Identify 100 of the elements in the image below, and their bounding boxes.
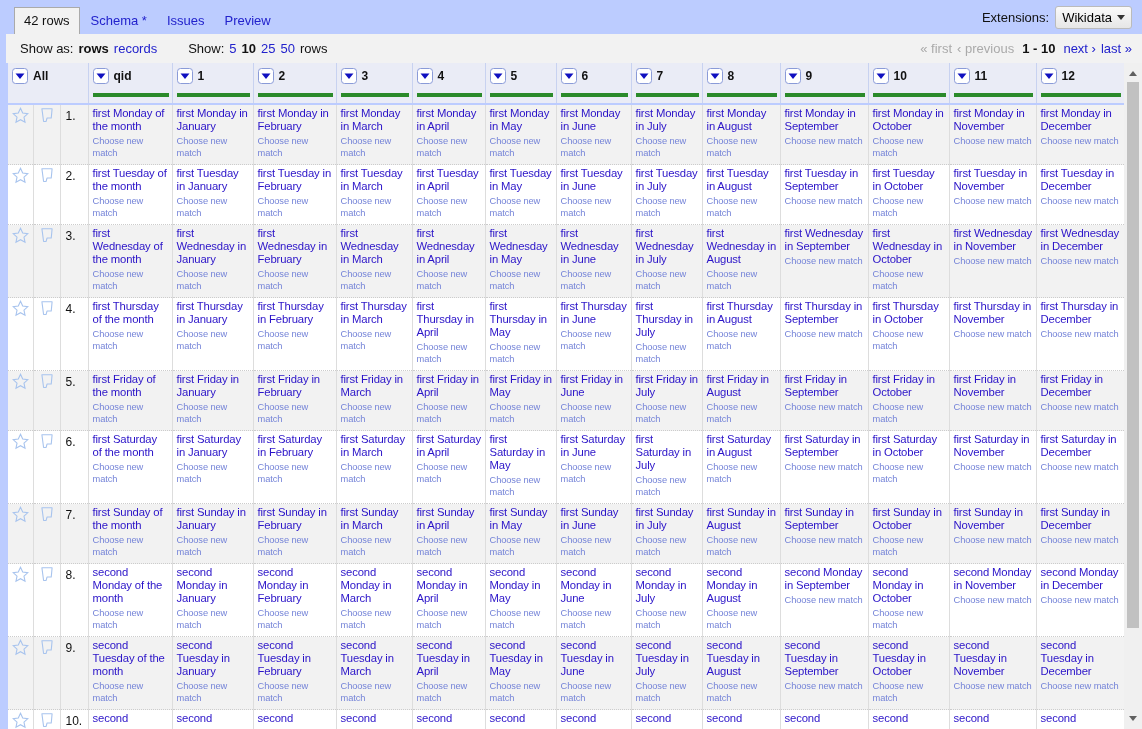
cell-value-link[interactable]: first Sunday in February	[257, 506, 333, 532]
cell-value-link[interactable]: second Monday in March	[340, 566, 409, 605]
dropdown-icon[interactable]	[560, 68, 577, 84]
cell-value-link[interactable]: first Monday in August	[706, 107, 777, 133]
choose-new-match-link[interactable]: Choose new match	[176, 328, 250, 352]
cell-value-link[interactable]: first Sunday of the month	[92, 506, 169, 532]
cell-value-link[interactable]: second Monday in January	[176, 566, 250, 605]
cell-value-link[interactable]: second Tuesday of the month	[92, 639, 169, 678]
cell-value-link[interactable]: first Monday in April	[416, 107, 482, 133]
choose-new-match-link[interactable]: Choose new match	[953, 195, 1033, 207]
cell-value-link[interactable]: first Sunday in July	[635, 506, 699, 532]
choose-new-match-link[interactable]: Choose new match	[176, 461, 250, 485]
star-icon[interactable]	[11, 107, 29, 124]
cell-value-link[interactable]: second Tuesday in March	[340, 639, 409, 678]
cell-value-link[interactable]: second Monday in November	[953, 566, 1033, 592]
scroll-thumb[interactable]	[1127, 82, 1139, 628]
dropdown-icon[interactable]	[489, 68, 506, 84]
cell-value-link[interactable]: first Tuesday in November	[953, 167, 1033, 193]
flag-icon[interactable]	[38, 433, 55, 450]
choose-new-match-link[interactable]: Choose new match	[416, 461, 482, 485]
cell-value-link[interactable]: first Sunday in May	[489, 506, 553, 532]
cell-value-link[interactable]: first Wednesday in July	[635, 227, 699, 266]
cell-value-link[interactable]: first Friday in November	[953, 373, 1033, 399]
cell-value-link[interactable]: first Sunday in January	[176, 506, 250, 532]
next-page-link[interactable]: next ›	[1063, 41, 1096, 56]
cell-value-link[interactable]: first Monday in February	[257, 107, 333, 133]
cell-value-link[interactable]: first Wednesday in January	[176, 227, 250, 266]
choose-new-match-link[interactable]: Choose new match	[706, 195, 777, 219]
cell-value-link[interactable]: first Friday in October	[872, 373, 946, 399]
choose-new-match-link[interactable]: Choose new match	[257, 195, 333, 219]
cell-value-link[interactable]: first Tuesday in June	[560, 167, 628, 193]
cell-value-link[interactable]: first Tuesday in October	[872, 167, 946, 193]
choose-new-match-link[interactable]: Choose new match	[1040, 594, 1121, 606]
cell-value-link[interactable]: first Thursday in December	[1040, 300, 1121, 326]
cell-value-link[interactable]: first Monday in September	[784, 107, 865, 133]
cell-value-link[interactable]: second	[489, 712, 553, 725]
cell-value-link[interactable]: first Friday in April	[416, 373, 482, 399]
cell-value-link[interactable]: first Sunday in October	[872, 506, 946, 532]
cell-value-link[interactable]: first Friday in December	[1040, 373, 1121, 399]
page-size-link[interactable]: 10	[241, 41, 257, 56]
cell-value-link[interactable]: first Monday in November	[953, 107, 1033, 133]
choose-new-match-link[interactable]: Choose new match	[489, 474, 553, 498]
choose-new-match-link[interactable]: Choose new match	[92, 195, 169, 219]
cell-value-link[interactable]: first Thursday of the month	[92, 300, 169, 326]
choose-new-match-link[interactable]: Choose new match	[489, 341, 553, 365]
cell-value-link[interactable]: first Monday in December	[1040, 107, 1121, 133]
choose-new-match-link[interactable]: Choose new match	[1040, 461, 1121, 473]
dropdown-icon[interactable]	[706, 68, 723, 84]
cell-value-link[interactable]: second Tuesday in November	[953, 639, 1033, 678]
flag-icon[interactable]	[38, 566, 55, 583]
cell-value-link[interactable]: first Wednesday in April	[416, 227, 482, 266]
cell-value-link[interactable]: second Monday of the month	[92, 566, 169, 605]
cell-value-link[interactable]: first Friday of the month	[92, 373, 169, 399]
choose-new-match-link[interactable]: Choose new match	[784, 195, 865, 207]
cell-value-link[interactable]: first Tuesday in February	[257, 167, 333, 193]
dropdown-icon[interactable]	[12, 68, 28, 84]
cell-value-link[interactable]: second Monday in April	[416, 566, 482, 605]
cell-value-link[interactable]: first Sunday in November	[953, 506, 1033, 532]
cell-value-link[interactable]: second Tuesday in July	[635, 639, 699, 678]
choose-new-match-link[interactable]: Choose new match	[416, 195, 482, 219]
cell-value-link[interactable]: first Saturday in June	[560, 433, 628, 459]
star-icon[interactable]	[11, 167, 29, 184]
choose-new-match-link[interactable]: Choose new match	[176, 195, 250, 219]
cell-value-link[interactable]: second Monday in September	[784, 566, 865, 592]
cell-value-link[interactable]: first Thursday in April	[416, 300, 482, 339]
cell-value-link[interactable]: first Saturday in August	[706, 433, 777, 459]
cell-value-link[interactable]: first Sunday in April	[416, 506, 482, 532]
cell-value-link[interactable]: first Sunday in March	[340, 506, 409, 532]
cell-value-link[interactable]: first Thursday in June	[560, 300, 628, 326]
dropdown-icon[interactable]	[872, 68, 889, 84]
choose-new-match-link[interactable]: Choose new match	[872, 607, 946, 631]
view-mode-link[interactable]: rows	[78, 41, 109, 56]
cell-value-link[interactable]: first Tuesday in January	[176, 167, 250, 193]
cell-value-link[interactable]: first Tuesday in April	[416, 167, 482, 193]
cell-value-link[interactable]: first Friday in February	[257, 373, 333, 399]
cell-value-link[interactable]: second Monday in June	[560, 566, 628, 605]
choose-new-match-link[interactable]: Choose new match	[340, 461, 409, 485]
cell-value-link[interactable]: second Monday in May	[489, 566, 553, 605]
cell-value-link[interactable]: second	[176, 712, 250, 725]
star-icon[interactable]	[11, 373, 29, 390]
cell-value-link[interactable]: first Monday of the month	[92, 107, 169, 133]
cell-value-link[interactable]: first Wednesday in December	[1040, 227, 1121, 253]
choose-new-match-link[interactable]: Choose new match	[872, 461, 946, 485]
choose-new-match-link[interactable]: Choose new match	[560, 607, 628, 631]
cell-value-link[interactable]: second	[872, 712, 946, 725]
last-page-link[interactable]: last »	[1100, 41, 1132, 56]
choose-new-match-link[interactable]: Choose new match	[176, 607, 250, 631]
cell-value-link[interactable]: second Monday in August	[706, 566, 777, 605]
cell-value-link[interactable]: first Monday in January	[176, 107, 250, 133]
cell-value-link[interactable]: first Thursday in November	[953, 300, 1033, 326]
cell-value-link[interactable]: first Wednesday in September	[784, 227, 865, 253]
cell-value-link[interactable]: first Sunday in August	[706, 506, 777, 532]
tab[interactable]: Issues	[157, 7, 214, 34]
cell-value-link[interactable]: second	[257, 712, 333, 725]
cell-value-link[interactable]: first Friday in September	[784, 373, 865, 399]
cell-value-link[interactable]: first Monday in May	[489, 107, 553, 133]
choose-new-match-link[interactable]: Choose new match	[706, 607, 777, 631]
choose-new-match-link[interactable]: Choose new match	[416, 607, 482, 631]
page-size-link[interactable]: 25	[261, 41, 276, 56]
cell-value-link[interactable]: first Saturday in September	[784, 433, 865, 459]
